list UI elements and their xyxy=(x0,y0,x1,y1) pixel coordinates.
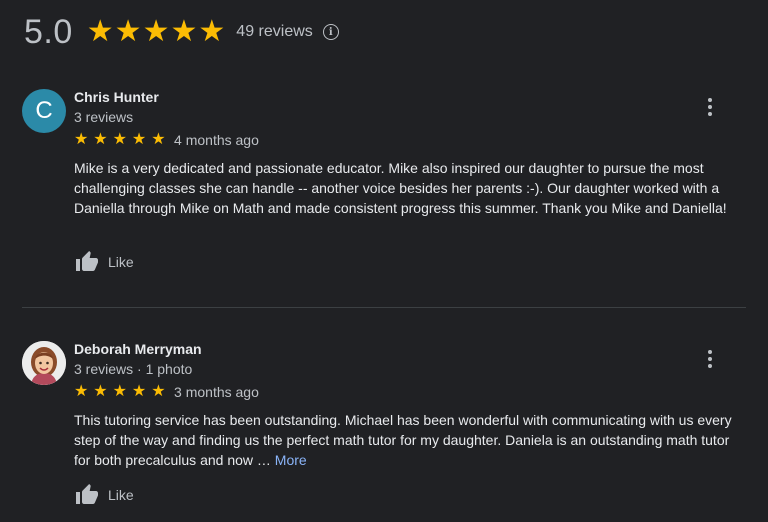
avatar-letter: C xyxy=(35,97,53,124)
like-label: Like xyxy=(108,487,134,503)
star-icon: ★ xyxy=(142,15,170,48)
average-rating: 5.0 xyxy=(24,12,73,51)
review-text: This tutoring service has been outstandi… xyxy=(74,412,732,468)
author-name[interactable]: Chris Hunter xyxy=(74,89,159,105)
more-options-icon[interactable] xyxy=(704,350,716,368)
review-rating: ★ ★ ★ ★ ★ 3 months ago xyxy=(74,383,259,401)
author-meta: 3 reviews xyxy=(74,109,134,125)
star-icon: ★ xyxy=(114,15,142,48)
info-icon[interactable]: i xyxy=(322,24,339,40)
like-button[interactable]: Like xyxy=(74,250,134,274)
review-stars: ★ ★ ★ ★ ★ xyxy=(74,383,166,401)
star-icon: ★ xyxy=(86,15,114,48)
star-icon: ★ xyxy=(112,383,127,400)
rating-summary: 5.0 ★ ★ ★ ★ ★ 49 reviews i xyxy=(24,10,339,54)
author-name[interactable]: Deborah Merryman xyxy=(74,341,202,357)
star-icon: ★ xyxy=(93,383,108,400)
profile-photo-icon xyxy=(22,341,66,385)
like-button[interactable]: Like xyxy=(74,483,134,507)
review-divider xyxy=(22,307,746,308)
star-icon: ★ xyxy=(74,131,89,148)
star-icon: ★ xyxy=(151,383,166,400)
avatar[interactable] xyxy=(22,341,66,385)
star-icon: ★ xyxy=(74,383,89,400)
review-time: 4 months ago xyxy=(174,132,259,148)
more-link[interactable]: More xyxy=(275,452,307,468)
review-count[interactable]: 49 reviews xyxy=(236,23,312,41)
review-time: 3 months ago xyxy=(174,384,259,400)
like-label: Like xyxy=(108,254,134,270)
thumbs-up-icon xyxy=(76,484,98,504)
review-author: Deborah Merryman 3 reviews · 1 photo xyxy=(74,341,202,377)
review-author: Chris Hunter 3 reviews xyxy=(74,89,159,125)
thumbs-up-icon xyxy=(76,251,98,271)
avatar[interactable]: C xyxy=(22,89,66,133)
star-icon: ★ xyxy=(170,15,198,48)
star-icon: ★ xyxy=(112,131,127,148)
author-meta: 3 reviews · 1 photo xyxy=(74,361,193,377)
review-rating: ★ ★ ★ ★ ★ 4 months ago xyxy=(74,131,259,149)
review-stars: ★ ★ ★ ★ ★ xyxy=(74,131,166,149)
review-text: Mike is a very dedicated and passionate … xyxy=(74,160,727,216)
star-icon: ★ xyxy=(198,15,226,48)
star-icon: ★ xyxy=(151,131,166,148)
star-icon: ★ xyxy=(131,383,147,400)
star-icon: ★ xyxy=(93,131,108,148)
star-icon: ★ xyxy=(131,131,147,148)
more-options-icon[interactable] xyxy=(704,98,716,116)
review-text-container: This tutoring service has been outstandi… xyxy=(74,410,744,470)
average-stars: ★ ★ ★ ★ ★ xyxy=(87,17,227,47)
